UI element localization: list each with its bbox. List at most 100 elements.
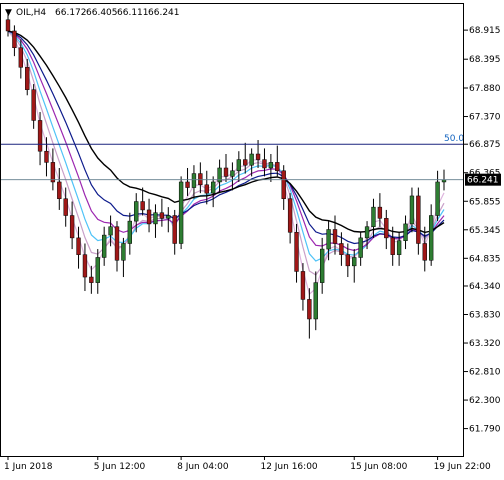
candle-body[interactable] xyxy=(95,257,100,283)
level-label: 50.0 xyxy=(444,134,464,144)
candle-body[interactable] xyxy=(345,254,350,267)
candle-body[interactable] xyxy=(377,206,383,219)
candle-body[interactable] xyxy=(371,206,376,227)
candle-body[interactable] xyxy=(134,201,139,222)
x-tick-label: 5 Jun 12:00 xyxy=(94,462,146,472)
candle-body[interactable] xyxy=(37,120,43,152)
open-value: 66.172 xyxy=(55,8,87,18)
candle-body[interactable] xyxy=(275,162,280,172)
candle-body[interactable] xyxy=(63,198,68,216)
candle-body[interactable] xyxy=(114,226,120,261)
high-value: 66.405 xyxy=(86,8,118,18)
price-tag-text: 66.241 xyxy=(467,176,499,186)
candle-body[interactable] xyxy=(352,257,357,267)
candle-body[interactable] xyxy=(25,67,30,90)
candle-body[interactable] xyxy=(262,159,267,169)
y-tick-label: 64.835 xyxy=(469,254,501,264)
y-tick-label: 65.855 xyxy=(469,197,501,207)
y-tick-label: 67.370 xyxy=(469,113,501,123)
candle-body[interactable] xyxy=(82,254,88,278)
x-tick-label: 8 Jun 04:00 xyxy=(177,462,229,472)
candle-body[interactable] xyxy=(5,19,11,32)
chart-background xyxy=(0,0,504,476)
y-tick-label: 68.915 xyxy=(469,26,501,36)
candle-body[interactable] xyxy=(12,30,17,48)
candle-body[interactable] xyxy=(307,299,312,320)
candle-body[interactable] xyxy=(18,47,23,68)
candle-body[interactable] xyxy=(76,237,81,255)
x-tick-label: 1 Jun 2018 xyxy=(4,462,53,472)
candle-body[interactable] xyxy=(281,170,286,199)
y-tick-label: 64.340 xyxy=(469,282,501,292)
x-tick-label: 19 Jun 22:00 xyxy=(434,462,491,472)
candle-body[interactable] xyxy=(230,170,235,177)
candle-body[interactable] xyxy=(191,173,197,188)
candle-body[interactable] xyxy=(268,162,274,169)
candle-body[interactable] xyxy=(332,229,338,244)
y-tick-label: 61.790 xyxy=(469,425,501,435)
candle-body[interactable] xyxy=(326,229,331,250)
header: ▼ OIL,H4 66.172 66.405 66.111 66.241 xyxy=(5,8,180,18)
y-tick-label: 62.300 xyxy=(469,396,501,406)
candle-body[interactable] xyxy=(31,89,36,121)
x-tick-label: 15 Jun 08:00 xyxy=(350,462,407,472)
candle-body[interactable] xyxy=(358,237,363,258)
candle-body[interactable] xyxy=(127,220,132,244)
y-tick-label: 65.345 xyxy=(469,226,501,236)
candle-body[interactable] xyxy=(255,153,261,160)
candle-body[interactable] xyxy=(403,223,408,241)
y-tick-label: 63.320 xyxy=(469,339,501,349)
candle-body[interactable] xyxy=(159,212,165,219)
candle-body[interactable] xyxy=(44,150,49,163)
candle-body[interactable] xyxy=(416,195,421,244)
candle-body[interactable] xyxy=(320,248,325,283)
candle-body[interactable] xyxy=(172,215,177,244)
candle-body[interactable] xyxy=(108,226,113,236)
candle-body[interactable] xyxy=(236,159,241,172)
price-chart[interactable]: 50.0 68.91568.39567.88067.37066.87566.36… xyxy=(0,0,504,476)
y-tick-label: 68.395 xyxy=(469,55,501,65)
candle-body[interactable] xyxy=(364,226,370,239)
candle-body[interactable] xyxy=(121,243,126,261)
y-tick-label: 63.830 xyxy=(469,311,501,321)
x-tick-label: 12 Jun 16:00 xyxy=(260,462,317,472)
candle-body[interactable] xyxy=(153,212,158,225)
candle-body[interactable] xyxy=(435,181,440,216)
symbol-label: OIL,H4 xyxy=(16,8,46,18)
close-value: 66.241 xyxy=(148,8,180,18)
y-tick-label: 66.875 xyxy=(469,140,501,150)
candle-body[interactable] xyxy=(69,215,75,239)
chart-root: 50.0 68.91568.39567.88067.37066.87566.36… xyxy=(0,0,504,476)
candle-body[interactable] xyxy=(185,181,190,188)
candle-body[interactable] xyxy=(146,209,152,225)
candle-body[interactable] xyxy=(409,195,415,225)
triangle-down-icon[interactable]: ▼ xyxy=(5,8,12,18)
candle-body[interactable] xyxy=(89,276,94,283)
candle-body[interactable] xyxy=(204,184,209,194)
candle-body[interactable] xyxy=(243,159,248,166)
candle-body[interactable] xyxy=(166,215,171,219)
candle-body[interactable] xyxy=(102,234,107,258)
candle-body[interactable] xyxy=(178,181,184,244)
candle-body[interactable] xyxy=(198,173,203,186)
candle-body[interactable] xyxy=(313,282,318,320)
candle-body[interactable] xyxy=(223,167,229,177)
candle-body[interactable] xyxy=(339,243,344,255)
candle-body[interactable] xyxy=(294,232,299,272)
candle-body[interactable] xyxy=(429,215,434,261)
current-price-tag: 66.241 xyxy=(465,173,501,186)
candle-body[interactable] xyxy=(396,240,402,255)
candle-body[interactable] xyxy=(140,201,145,211)
candle-body[interactable] xyxy=(249,153,254,166)
candle-body[interactable] xyxy=(300,271,306,300)
y-tick-label: 62.810 xyxy=(469,368,501,378)
candle-body[interactable] xyxy=(57,181,62,199)
candle-body[interactable] xyxy=(390,237,395,255)
y-tick-label: 67.880 xyxy=(469,84,501,94)
candle-body[interactable] xyxy=(422,243,427,261)
candle-body[interactable] xyxy=(384,218,389,239)
candle-body[interactable] xyxy=(211,181,216,194)
candle-body[interactable] xyxy=(287,198,293,233)
candle-body[interactable] xyxy=(50,162,56,183)
low-value: 66.111 xyxy=(117,8,149,18)
